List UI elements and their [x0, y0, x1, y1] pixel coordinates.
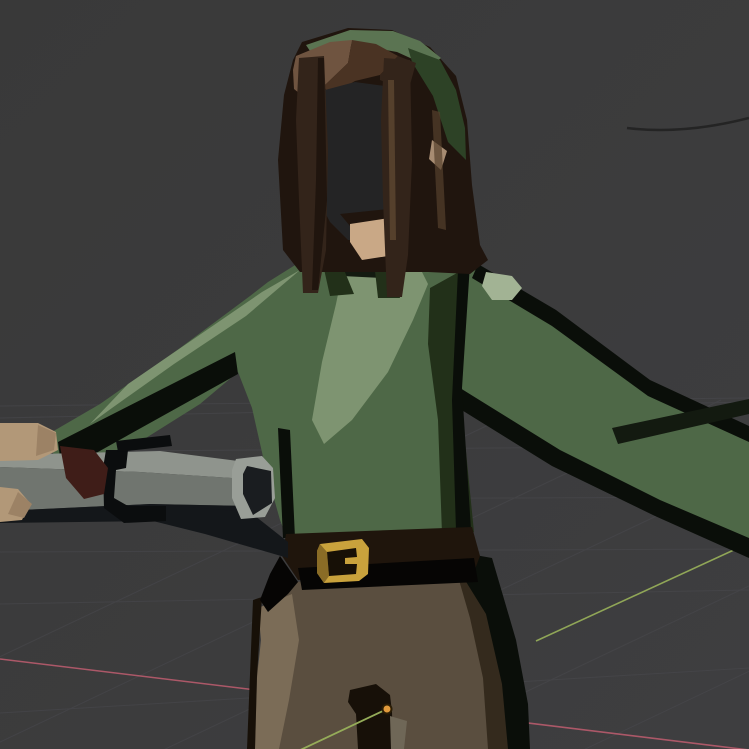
object-origin-dot[interactable] [383, 705, 392, 714]
viewport-canvas[interactable] [0, 0, 749, 749]
lower-body[interactable] [247, 527, 530, 749]
viewport-scene [0, 0, 749, 749]
inner-leg-light [390, 716, 407, 749]
